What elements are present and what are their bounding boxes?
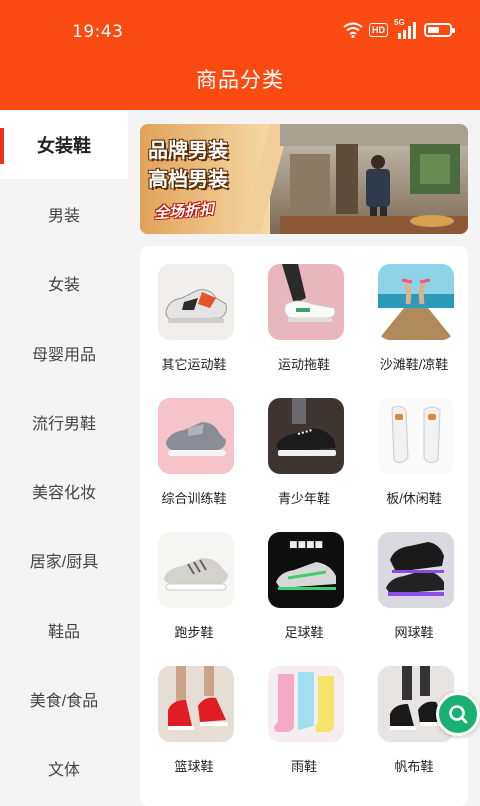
sidebar-item-food[interactable]: 美食/食品 (0, 664, 128, 733)
subcategory-label: 足球鞋 (284, 625, 324, 640)
sidebar-item-label: 流行男鞋 (31, 415, 96, 433)
tennis-shoe-photo (378, 532, 454, 608)
canvas-sneaker-photo (268, 398, 344, 474)
sidebar-item-label: 文体 (47, 762, 80, 780)
subcategory-label: 帆布鞋 (394, 759, 434, 774)
subcategory-label: 青少年鞋 (277, 491, 330, 506)
subcategory-label: 综合训练鞋 (161, 491, 227, 506)
status-time: 19:43 (72, 22, 124, 42)
hd-badge: HD (369, 23, 388, 37)
sidebar-item-shoes[interactable]: 鞋品 (0, 595, 128, 664)
beach-sandal-photo (378, 264, 454, 340)
slip-on-photo (268, 264, 344, 340)
sidebar-item-baby[interactable]: 母婴用品 (0, 318, 128, 387)
banner-line2: 高档男装 (148, 167, 228, 191)
football-shoe-photo: ■■■■ (268, 532, 344, 608)
white-casual-shoe-photo (378, 398, 454, 474)
running-shoe-photo (158, 532, 234, 608)
sidebar-item-men-shoes[interactable]: 流行男鞋 (0, 387, 128, 456)
category-content: 品牌男装 高档男装 全场折扣 其它运动鞋 运动拖鞋 沙滩鞋/凉鞋 综合训练鞋 青… (128, 110, 480, 806)
category-sidebar: 女装鞋 男装 女装 母婴用品 流行男鞋 美容化妆 居家/厨具 鞋品 美食/食品 … (0, 110, 128, 800)
sidebar-item-women-shoes[interactable]: 女装鞋 (0, 110, 128, 180)
sidebar-item-sports[interactable]: 文体 (0, 734, 128, 803)
subcategory-label: 其它运动鞋 (161, 357, 227, 372)
subcategory-item[interactable]: 篮球鞋 (140, 648, 248, 782)
subcategory-item[interactable]: 运动拖鞋 (250, 246, 358, 380)
sidebar-item-menswear[interactable]: 男装 (0, 179, 128, 248)
subcategory-item[interactable]: ■■■■ 足球鞋 (250, 514, 358, 648)
sidebar-item-home-kitchen[interactable]: 居家/厨具 (0, 526, 128, 595)
subcategory-item[interactable]: 板/休闲鞋 (360, 380, 468, 514)
subcategory-grid: 其它运动鞋 运动拖鞋 沙滩鞋/凉鞋 综合训练鞋 青少年鞋 板/休闲鞋 跑步鞋 ■… (140, 246, 468, 806)
sidebar-item-label: 女装鞋 (37, 135, 91, 156)
status-icons: HD 5G (343, 18, 455, 42)
sidebar-item-label: 鞋品 (47, 623, 80, 641)
banner-slogan: 全场折扣 (153, 199, 215, 223)
sidebar-item-label: 美食/食品 (29, 693, 99, 711)
floating-search-button[interactable] (436, 692, 480, 736)
signal-icon: 5G (394, 18, 416, 40)
status-bar: 19:43 HD 5G (0, 0, 480, 60)
sidebar-item-beauty[interactable]: 美容化妆 (0, 456, 128, 525)
search-icon (449, 705, 468, 724)
subcategory-label: 运动拖鞋 (277, 357, 330, 372)
training-shoe-photo (158, 398, 234, 474)
subcategory-item[interactable]: 沙滩鞋/凉鞋 (360, 246, 468, 380)
subcategory-item[interactable]: 网球鞋 (360, 514, 468, 648)
subcategory-label: 跑步鞋 (174, 625, 214, 640)
page-title: 商品分类 (196, 69, 284, 92)
sidebar-item-label: 母婴用品 (31, 346, 96, 364)
svg-text:■■■■: ■■■■ (289, 540, 323, 550)
red-knit-shoe-photo (158, 666, 234, 742)
subcategory-label: 篮球鞋 (174, 759, 214, 774)
subcategory-label: 沙滩鞋/凉鞋 (379, 357, 449, 372)
sidebar-item-label: 美容化妆 (31, 485, 96, 503)
subcategory-item[interactable]: 雨鞋 (250, 648, 358, 782)
sidebar-item-label: 女装 (47, 277, 80, 295)
banner-headline: 品牌男装 高档男装 (148, 136, 228, 194)
subcategory-label: 雨鞋 (290, 759, 317, 774)
wifi-icon (343, 22, 363, 38)
subcategory-item[interactable]: 青少年鞋 (250, 380, 358, 514)
sidebar-item-label: 男装 (47, 207, 80, 225)
subcategory-item[interactable]: 其它运动鞋 (140, 246, 248, 380)
subcategory-label: 网球鞋 (394, 625, 434, 640)
subcategory-item[interactable]: 跑步鞋 (140, 514, 248, 648)
battery-icon (424, 23, 455, 37)
rain-boot-photo (268, 666, 344, 742)
sneaker-photo (158, 264, 234, 340)
subcategory-item[interactable]: 综合训练鞋 (140, 380, 248, 514)
sidebar-item-label: 居家/厨具 (29, 554, 99, 572)
sidebar-item-womenswear[interactable]: 女装 (0, 249, 128, 318)
subcategory-label: 板/休闲鞋 (386, 491, 442, 506)
top-header: 19:43 HD 5G 商品分类 (0, 0, 480, 110)
promo-banner[interactable]: 品牌男装 高档男装 全场折扣 (140, 124, 468, 234)
banner-line1: 品牌男装 (148, 138, 228, 162)
